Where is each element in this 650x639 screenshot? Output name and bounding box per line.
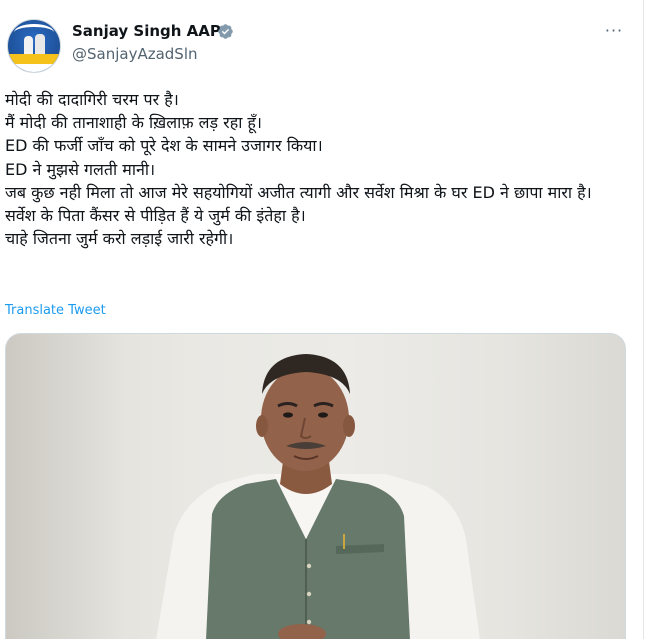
verified-badge-icon	[218, 24, 233, 39]
tweet-line: चाहे जितना जुर्म करो लड़ाई जारी रहेगी।	[5, 229, 234, 249]
author-handle[interactable]: @SanjayAzadSln	[72, 44, 198, 64]
divider	[643, 0, 644, 639]
tweet-line: ED की फर्जी जाँच को पूरे देश के सामने उज…	[5, 136, 323, 156]
tweet-line: मोदी की दादागिरी चरम पर है।	[5, 90, 179, 109]
tweet-line: मैं मोदी की तानाशाही के ख़िलाफ़ लड़ रहा …	[5, 113, 262, 133]
tweet-line: जब कुछ नही मिला तो आज मेरे सहयोगियों अजी…	[5, 182, 592, 202]
tweet-text: मोदी की दादागिरी चरम पर है। मैं मोदी की …	[5, 88, 635, 250]
tweet-card: Sanjay Singh AAP @SanjayAzadSln ··· मोदी…	[0, 0, 650, 639]
person-image	[156, 354, 480, 639]
tweet-line: ED ने मुझसे गलती मानी।	[5, 159, 156, 179]
video-thumbnail[interactable]	[5, 333, 626, 639]
author-display-name[interactable]: Sanjay Singh AAP	[72, 21, 221, 41]
tweet-line: सर्वेश के पिता कैंसर से पीड़ित हैं ये जु…	[5, 206, 306, 226]
translate-tweet-link[interactable]: Translate Tweet	[5, 303, 106, 319]
more-options-icon[interactable]: ···	[600, 20, 628, 42]
avatar[interactable]	[7, 19, 61, 73]
